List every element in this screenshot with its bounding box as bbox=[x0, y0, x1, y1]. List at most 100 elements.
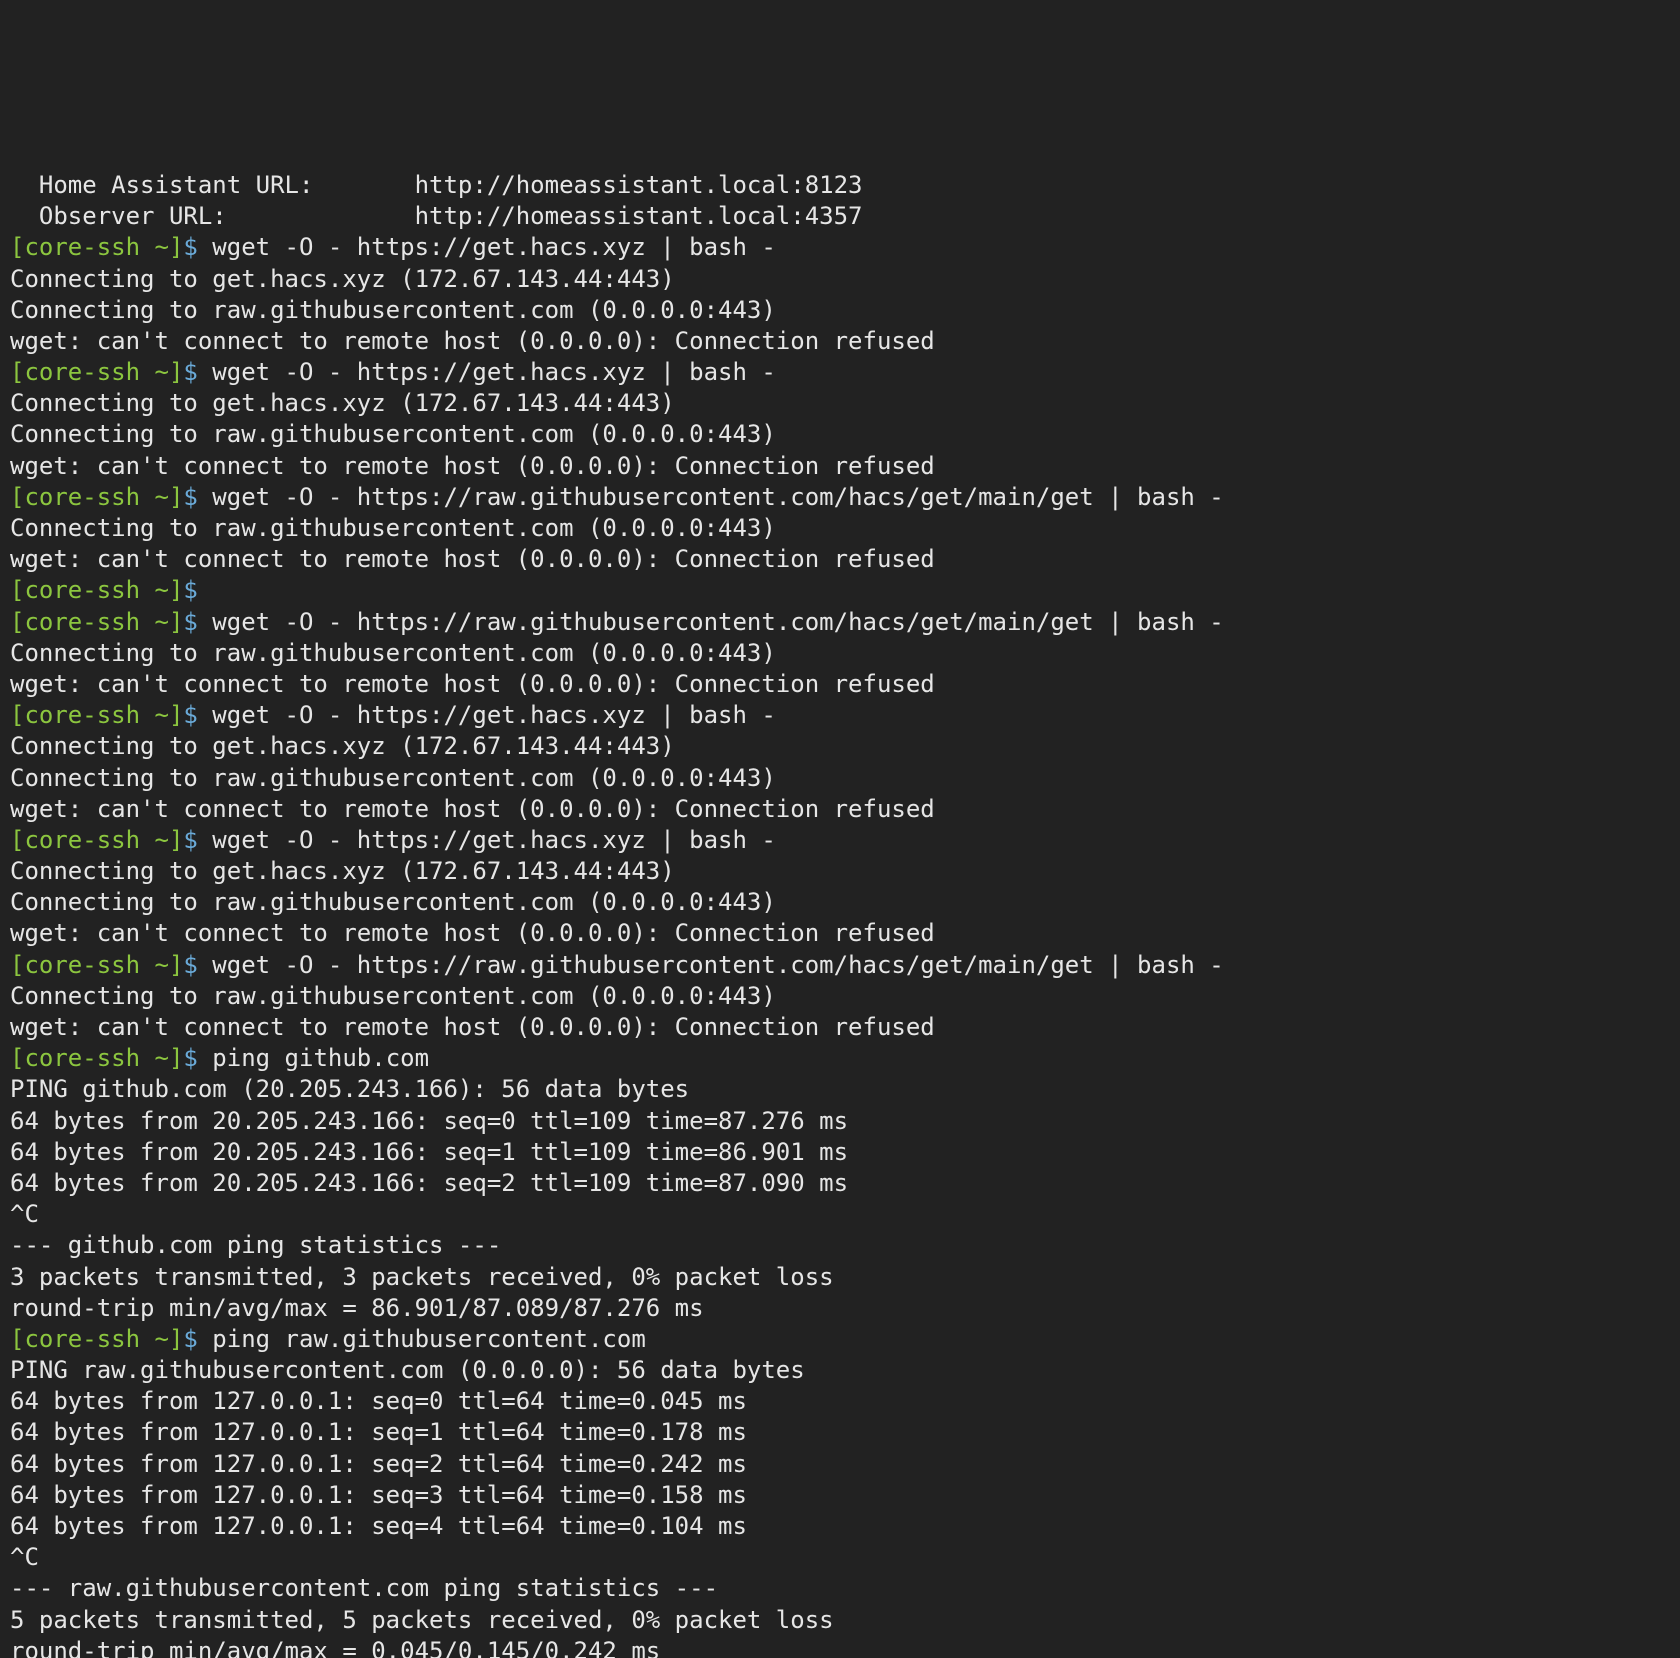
terminal-line: [core-ssh ~]$ wget -O - https://raw.gith… bbox=[10, 482, 1670, 513]
shell-output: PING raw.githubusercontent.com (0.0.0.0)… bbox=[10, 1356, 805, 1384]
terminal-line: 5 packets transmitted, 5 packets receive… bbox=[10, 1605, 1670, 1636]
terminal-line: [core-ssh ~]$ wget -O - https://raw.gith… bbox=[10, 607, 1670, 638]
shell-output: wget: can't connect to remote host (0.0.… bbox=[10, 1013, 935, 1041]
shell-output: PING github.com (20.205.243.166): 56 dat… bbox=[10, 1075, 689, 1103]
terminal-line: Home Assistant URL: http://homeassistant… bbox=[10, 170, 1670, 201]
observer-url-value: http://homeassistant.local:4357 bbox=[415, 202, 863, 230]
terminal-line: Connecting to raw.githubusercontent.com … bbox=[10, 981, 1670, 1012]
terminal-line: [core-ssh ~]$ wget -O - https://get.hacs… bbox=[10, 357, 1670, 388]
terminal-line: 64 bytes from 127.0.0.1: seq=2 ttl=64 ti… bbox=[10, 1449, 1670, 1480]
shell-dollar: $ bbox=[183, 483, 212, 511]
shell-output: Connecting to raw.githubusercontent.com … bbox=[10, 296, 776, 324]
terminal-line: ^C bbox=[10, 1199, 1670, 1230]
terminal-line: 64 bytes from 127.0.0.1: seq=4 ttl=64 ti… bbox=[10, 1511, 1670, 1542]
shell-output: 64 bytes from 20.205.243.166: seq=1 ttl=… bbox=[10, 1138, 848, 1166]
terminal-line: --- raw.githubusercontent.com ping stati… bbox=[10, 1573, 1670, 1604]
shell-command: wget -O - https://get.hacs.xyz | bash - bbox=[212, 826, 776, 854]
shell-output: 64 bytes from 20.205.243.166: seq=2 ttl=… bbox=[10, 1169, 848, 1197]
terminal-line: Connecting to raw.githubusercontent.com … bbox=[10, 763, 1670, 794]
terminal-line: wget: can't connect to remote host (0.0.… bbox=[10, 1012, 1670, 1043]
shell-command: ping raw.githubusercontent.com bbox=[212, 1325, 645, 1353]
terminal-line: 64 bytes from 20.205.243.166: seq=1 ttl=… bbox=[10, 1137, 1670, 1168]
ha-url-label: Home Assistant URL: bbox=[10, 171, 415, 199]
shell-dollar: $ bbox=[183, 233, 212, 261]
shell-command: wget -O - https://raw.githubusercontent.… bbox=[212, 951, 1223, 979]
terminal-line: round-trip min/avg/max = 0.045/0.145/0.2… bbox=[10, 1636, 1670, 1658]
shell-command: wget -O - https://get.hacs.xyz | bash - bbox=[212, 701, 776, 729]
shell-output: Connecting to raw.githubusercontent.com … bbox=[10, 514, 776, 542]
shell-prompt: [core-ssh ~] bbox=[10, 483, 183, 511]
terminal-line: 64 bytes from 20.205.243.166: seq=2 ttl=… bbox=[10, 1168, 1670, 1199]
terminal-line: Observer URL: http://homeassistant.local… bbox=[10, 201, 1670, 232]
terminal-line: wget: can't connect to remote host (0.0.… bbox=[10, 918, 1670, 949]
shell-dollar: $ bbox=[183, 1325, 212, 1353]
terminal-line: Connecting to raw.githubusercontent.com … bbox=[10, 887, 1670, 918]
shell-command: wget -O - https://get.hacs.xyz | bash - bbox=[212, 358, 776, 386]
shell-output: 64 bytes from 127.0.0.1: seq=1 ttl=64 ti… bbox=[10, 1418, 747, 1446]
shell-output: 5 packets transmitted, 5 packets receive… bbox=[10, 1606, 834, 1634]
shell-output: ^C bbox=[10, 1543, 39, 1571]
shell-output: wget: can't connect to remote host (0.0.… bbox=[10, 919, 935, 947]
shell-output: Connecting to get.hacs.xyz (172.67.143.4… bbox=[10, 732, 675, 760]
terminal-line: round-trip min/avg/max = 86.901/87.089/8… bbox=[10, 1293, 1670, 1324]
shell-output: --- raw.githubusercontent.com ping stati… bbox=[10, 1574, 718, 1602]
terminal-line: [core-ssh ~]$ wget -O - https://get.hacs… bbox=[10, 700, 1670, 731]
shell-output: Connecting to raw.githubusercontent.com … bbox=[10, 888, 776, 916]
terminal-line: [core-ssh ~]$ ping github.com bbox=[10, 1043, 1670, 1074]
terminal-line: [core-ssh ~]$ wget -O - https://raw.gith… bbox=[10, 950, 1670, 981]
shell-prompt: [core-ssh ~] bbox=[10, 701, 183, 729]
shell-dollar: $ bbox=[183, 1044, 212, 1072]
shell-prompt: [core-ssh ~] bbox=[10, 608, 183, 636]
shell-output: ^C bbox=[10, 1200, 39, 1228]
terminal-line: PING github.com (20.205.243.166): 56 dat… bbox=[10, 1074, 1670, 1105]
terminal-line: wget: can't connect to remote host (0.0.… bbox=[10, 669, 1670, 700]
shell-output: wget: can't connect to remote host (0.0.… bbox=[10, 670, 935, 698]
terminal-line: 3 packets transmitted, 3 packets receive… bbox=[10, 1262, 1670, 1293]
terminal-line: Connecting to raw.githubusercontent.com … bbox=[10, 419, 1670, 450]
terminal-line: wget: can't connect to remote host (0.0.… bbox=[10, 451, 1670, 482]
shell-command: wget -O - https://raw.githubusercontent.… bbox=[212, 483, 1223, 511]
terminal-line: [core-ssh ~]$ bbox=[10, 575, 1670, 606]
shell-output: Connecting to get.hacs.xyz (172.67.143.4… bbox=[10, 857, 675, 885]
terminal-line: Connecting to get.hacs.xyz (172.67.143.4… bbox=[10, 731, 1670, 762]
shell-output: wget: can't connect to remote host (0.0.… bbox=[10, 795, 935, 823]
shell-output: 3 packets transmitted, 3 packets receive… bbox=[10, 1263, 834, 1291]
shell-output: Connecting to raw.githubusercontent.com … bbox=[10, 982, 776, 1010]
shell-output: --- github.com ping statistics --- bbox=[10, 1231, 501, 1259]
shell-dollar: $ bbox=[183, 608, 212, 636]
terminal-line: Connecting to get.hacs.xyz (172.67.143.4… bbox=[10, 856, 1670, 887]
shell-output: Connecting to raw.githubusercontent.com … bbox=[10, 639, 776, 667]
shell-command: wget -O - https://raw.githubusercontent.… bbox=[212, 608, 1223, 636]
shell-command: wget -O - https://get.hacs.xyz | bash - bbox=[212, 233, 776, 261]
terminal-line: Connecting to get.hacs.xyz (172.67.143.4… bbox=[10, 388, 1670, 419]
shell-output: 64 bytes from 127.0.0.1: seq=0 ttl=64 ti… bbox=[10, 1387, 747, 1415]
shell-prompt: [core-ssh ~] bbox=[10, 576, 183, 604]
terminal-line: Connecting to get.hacs.xyz (172.67.143.4… bbox=[10, 264, 1670, 295]
shell-output: Connecting to raw.githubusercontent.com … bbox=[10, 420, 776, 448]
shell-output: Connecting to raw.githubusercontent.com … bbox=[10, 764, 776, 792]
shell-prompt: [core-ssh ~] bbox=[10, 1325, 183, 1353]
shell-output: wget: can't connect to remote host (0.0.… bbox=[10, 327, 935, 355]
terminal-line: Connecting to raw.githubusercontent.com … bbox=[10, 513, 1670, 544]
terminal-line: --- github.com ping statistics --- bbox=[10, 1230, 1670, 1261]
terminal-line: 64 bytes from 127.0.0.1: seq=1 ttl=64 ti… bbox=[10, 1417, 1670, 1448]
shell-dollar: $ bbox=[183, 951, 212, 979]
terminal-line: 64 bytes from 127.0.0.1: seq=3 ttl=64 ti… bbox=[10, 1480, 1670, 1511]
shell-output: wget: can't connect to remote host (0.0.… bbox=[10, 452, 935, 480]
shell-output: Connecting to get.hacs.xyz (172.67.143.4… bbox=[10, 389, 675, 417]
shell-prompt: [core-ssh ~] bbox=[10, 951, 183, 979]
terminal-line: ^C bbox=[10, 1542, 1670, 1573]
shell-dollar: $ bbox=[183, 576, 212, 604]
shell-dollar: $ bbox=[183, 701, 212, 729]
terminal-line: Connecting to raw.githubusercontent.com … bbox=[10, 638, 1670, 669]
shell-output: 64 bytes from 127.0.0.1: seq=4 ttl=64 ti… bbox=[10, 1512, 747, 1540]
terminal-line: 64 bytes from 20.205.243.166: seq=0 ttl=… bbox=[10, 1106, 1670, 1137]
terminal-line: [core-ssh ~]$ wget -O - https://get.hacs… bbox=[10, 825, 1670, 856]
shell-output: 64 bytes from 20.205.243.166: seq=0 ttl=… bbox=[10, 1107, 848, 1135]
terminal-line: PING raw.githubusercontent.com (0.0.0.0)… bbox=[10, 1355, 1670, 1386]
shell-dollar: $ bbox=[183, 358, 212, 386]
terminal-output[interactable]: Home Assistant URL: http://homeassistant… bbox=[0, 156, 1680, 1658]
shell-output: wget: can't connect to remote host (0.0.… bbox=[10, 545, 935, 573]
shell-output: round-trip min/avg/max = 0.045/0.145/0.2… bbox=[10, 1637, 660, 1658]
shell-prompt: [core-ssh ~] bbox=[10, 1044, 183, 1072]
